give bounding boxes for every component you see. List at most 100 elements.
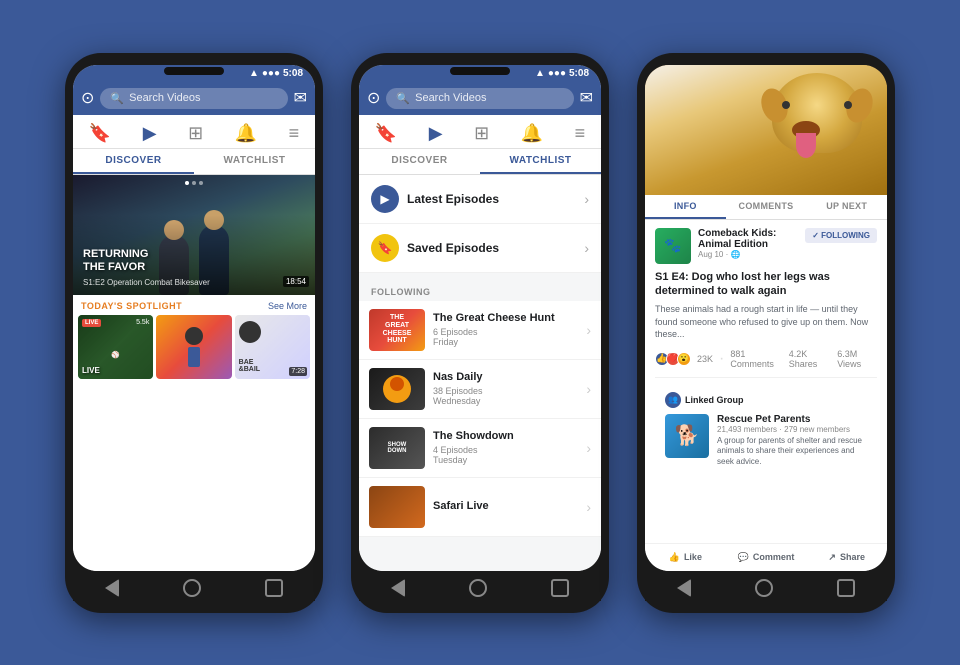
search-bar-2[interactable]: 🔍 Search Videos: [386, 88, 573, 109]
spotlight-item-1[interactable]: LIVE 5.5k LIVE ⚾: [78, 315, 153, 379]
video-nav-icon[interactable]: ▶: [143, 123, 157, 144]
camera-icon-1[interactable]: ⊙: [81, 88, 94, 108]
video-hero: [645, 65, 887, 195]
cheese-chevron: ›: [586, 322, 591, 338]
menu-nav-icon-2[interactable]: ≡: [575, 123, 586, 144]
camera-icon-2[interactable]: ⊙: [367, 88, 380, 108]
messenger-icon-1[interactable]: ✉: [294, 88, 307, 108]
recent-btn-2[interactable]: [551, 579, 569, 597]
like-icon: 👍: [669, 552, 680, 563]
showdown-episodes: 4 Episodes: [433, 445, 578, 455]
back-btn-2[interactable]: [391, 579, 405, 597]
latest-chevron: ›: [584, 191, 589, 207]
nas-thumb-img: [369, 368, 425, 410]
bell-nav-icon[interactable]: 🔔: [235, 123, 257, 144]
back-btn-3[interactable]: [677, 579, 691, 597]
comments-count: 881 Comments: [730, 349, 782, 369]
group-members: 21,493 members · 279 new members: [717, 425, 867, 434]
reaction-wow: 😮: [677, 352, 691, 366]
showdown-day: Tuesday: [433, 455, 578, 465]
share-btn[interactable]: ↗ Share: [806, 548, 887, 567]
safari-chevron: ›: [586, 499, 591, 515]
back-btn-1[interactable]: [105, 579, 119, 597]
grid-nav-icon[interactable]: ⊞: [188, 123, 203, 144]
reactions-row: 👍 ❤️ 😮 23K · 881 Comments 4.2K Shares 6.…: [655, 349, 877, 378]
home-btn-1[interactable]: [183, 579, 201, 597]
cheese-day: Friday: [433, 337, 578, 347]
grid-nav-icon-2[interactable]: ⊞: [474, 123, 489, 144]
showdown-chevron: ›: [586, 440, 591, 456]
save-nav-icon-2[interactable]: 🔖: [375, 123, 397, 144]
following-header: FOLLOWING: [359, 281, 601, 301]
safari-thumb: [369, 486, 425, 528]
tab-bar-1: DISCOVER WATCHLIST: [73, 149, 315, 175]
nas-info: Nas Daily 38 Episodes Wednesday: [433, 371, 578, 406]
linked-group-title: 👥 Linked Group: [665, 392, 867, 408]
spotlight-header: TODAY'S SPOTLIGHT See More: [73, 295, 315, 315]
search-text-2: Search Videos: [415, 92, 486, 104]
show-item-safari[interactable]: Safari Live ›: [359, 478, 601, 537]
baebail-bg: BAE&BAIL 7:28: [235, 315, 310, 379]
nas-title: Nas Daily: [433, 371, 578, 384]
tab-upnext[interactable]: UP NEXT: [806, 195, 887, 219]
phone-3: INFO COMMENTS UP NEXT 🐾 Comeback Kids: A…: [637, 53, 895, 613]
cheese-episodes: 6 Episodes: [433, 327, 578, 337]
messenger-icon-2[interactable]: ✉: [580, 88, 593, 108]
bell-nav-icon-2[interactable]: 🔔: [521, 123, 543, 144]
live-text-1: LIVE: [82, 366, 100, 375]
recent-btn-3[interactable]: [837, 579, 855, 597]
latest-episodes-item[interactable]: ▶ Latest Episodes ›: [359, 175, 601, 224]
safari-title: Safari Live: [433, 500, 578, 513]
spotlight-item-2[interactable]: [156, 315, 231, 379]
video-nav-icon-2[interactable]: ▶: [429, 123, 443, 144]
signal-icon-2: ●●●: [548, 68, 566, 79]
share-label: Share: [840, 552, 865, 562]
tab-info[interactable]: INFO: [645, 195, 726, 219]
top-nav-1: ⊙ 🔍 Search Videos ✉: [73, 82, 315, 115]
tab-discover-2[interactable]: DISCOVER: [359, 149, 480, 174]
signal-icon: ●●●: [262, 68, 280, 79]
tab-comments[interactable]: COMMENTS: [726, 195, 807, 219]
time-2: 5:08: [569, 68, 589, 79]
search-bar-1[interactable]: 🔍 Search Videos: [100, 88, 287, 109]
group-info: Rescue Pet Parents 21,493 members · 279 …: [717, 414, 867, 467]
show-item-cheese[interactable]: THEGREATCHEESEHUNT The Great Cheese Hunt…: [359, 301, 601, 360]
stats-divider-1: ·: [719, 350, 724, 368]
like-btn[interactable]: 👍 Like: [645, 548, 726, 567]
reaction-emojis: 👍 ❤️ 😮: [655, 352, 691, 366]
colorful-bg: [156, 315, 231, 379]
comment-label: Comment: [753, 552, 795, 562]
menu-nav-icon[interactable]: ≡: [289, 123, 300, 144]
dog-image: [645, 65, 887, 195]
tab-discover-1[interactable]: DISCOVER: [73, 149, 194, 174]
top-nav-2: ⊙ 🔍 Search Videos ✉: [359, 82, 601, 115]
save-nav-icon[interactable]: 🔖: [89, 123, 111, 144]
saved-icon: 🔖: [371, 234, 399, 262]
show-item-showdown[interactable]: SHOWDOWN The Showdown 4 Episodes Tuesday…: [359, 419, 601, 478]
hero-duration-1: 18:54: [283, 276, 309, 287]
follow-button[interactable]: ✓ FOLLOWING: [805, 228, 877, 243]
show-card-meta: Aug 10 · 🌐: [698, 250, 798, 259]
linked-group: 👥 Linked Group 🐕 Rescue Pet Parents 21,4…: [655, 386, 877, 473]
group-card: 🐕 Rescue Pet Parents 21,493 members · 27…: [665, 414, 867, 467]
status-icons-1: ▲ ●●● 5:08: [249, 68, 303, 79]
show-item-nas[interactable]: Nas Daily 38 Episodes Wednesday ›: [359, 360, 601, 419]
tab-watchlist-1[interactable]: WATCHLIST: [194, 149, 315, 174]
showdown-title: The Showdown: [433, 430, 578, 443]
live-badge-1: LIVE: [82, 319, 101, 327]
saved-chevron: ›: [584, 240, 589, 256]
recent-btn-1[interactable]: [265, 579, 283, 597]
spotlight-grid: LIVE 5.5k LIVE ⚾: [73, 315, 315, 571]
saved-episodes-item[interactable]: 🔖 Saved Episodes ›: [359, 224, 601, 273]
search-icon-2: 🔍: [396, 92, 410, 105]
tab-watchlist-2[interactable]: WATCHLIST: [480, 149, 601, 174]
views-badge-1: 5.5k: [136, 319, 149, 326]
spotlight-item-3[interactable]: BAE&BAIL 7:28: [235, 315, 310, 379]
comment-btn[interactable]: 💬 Comment: [726, 548, 807, 567]
home-btn-2[interactable]: [469, 579, 487, 597]
comment-icon: 💬: [738, 552, 749, 563]
phone-screen-3: INFO COMMENTS UP NEXT 🐾 Comeback Kids: A…: [645, 65, 887, 571]
dot-3: [199, 181, 203, 185]
home-btn-3[interactable]: [755, 579, 773, 597]
see-more-btn[interactable]: See More: [268, 301, 307, 311]
